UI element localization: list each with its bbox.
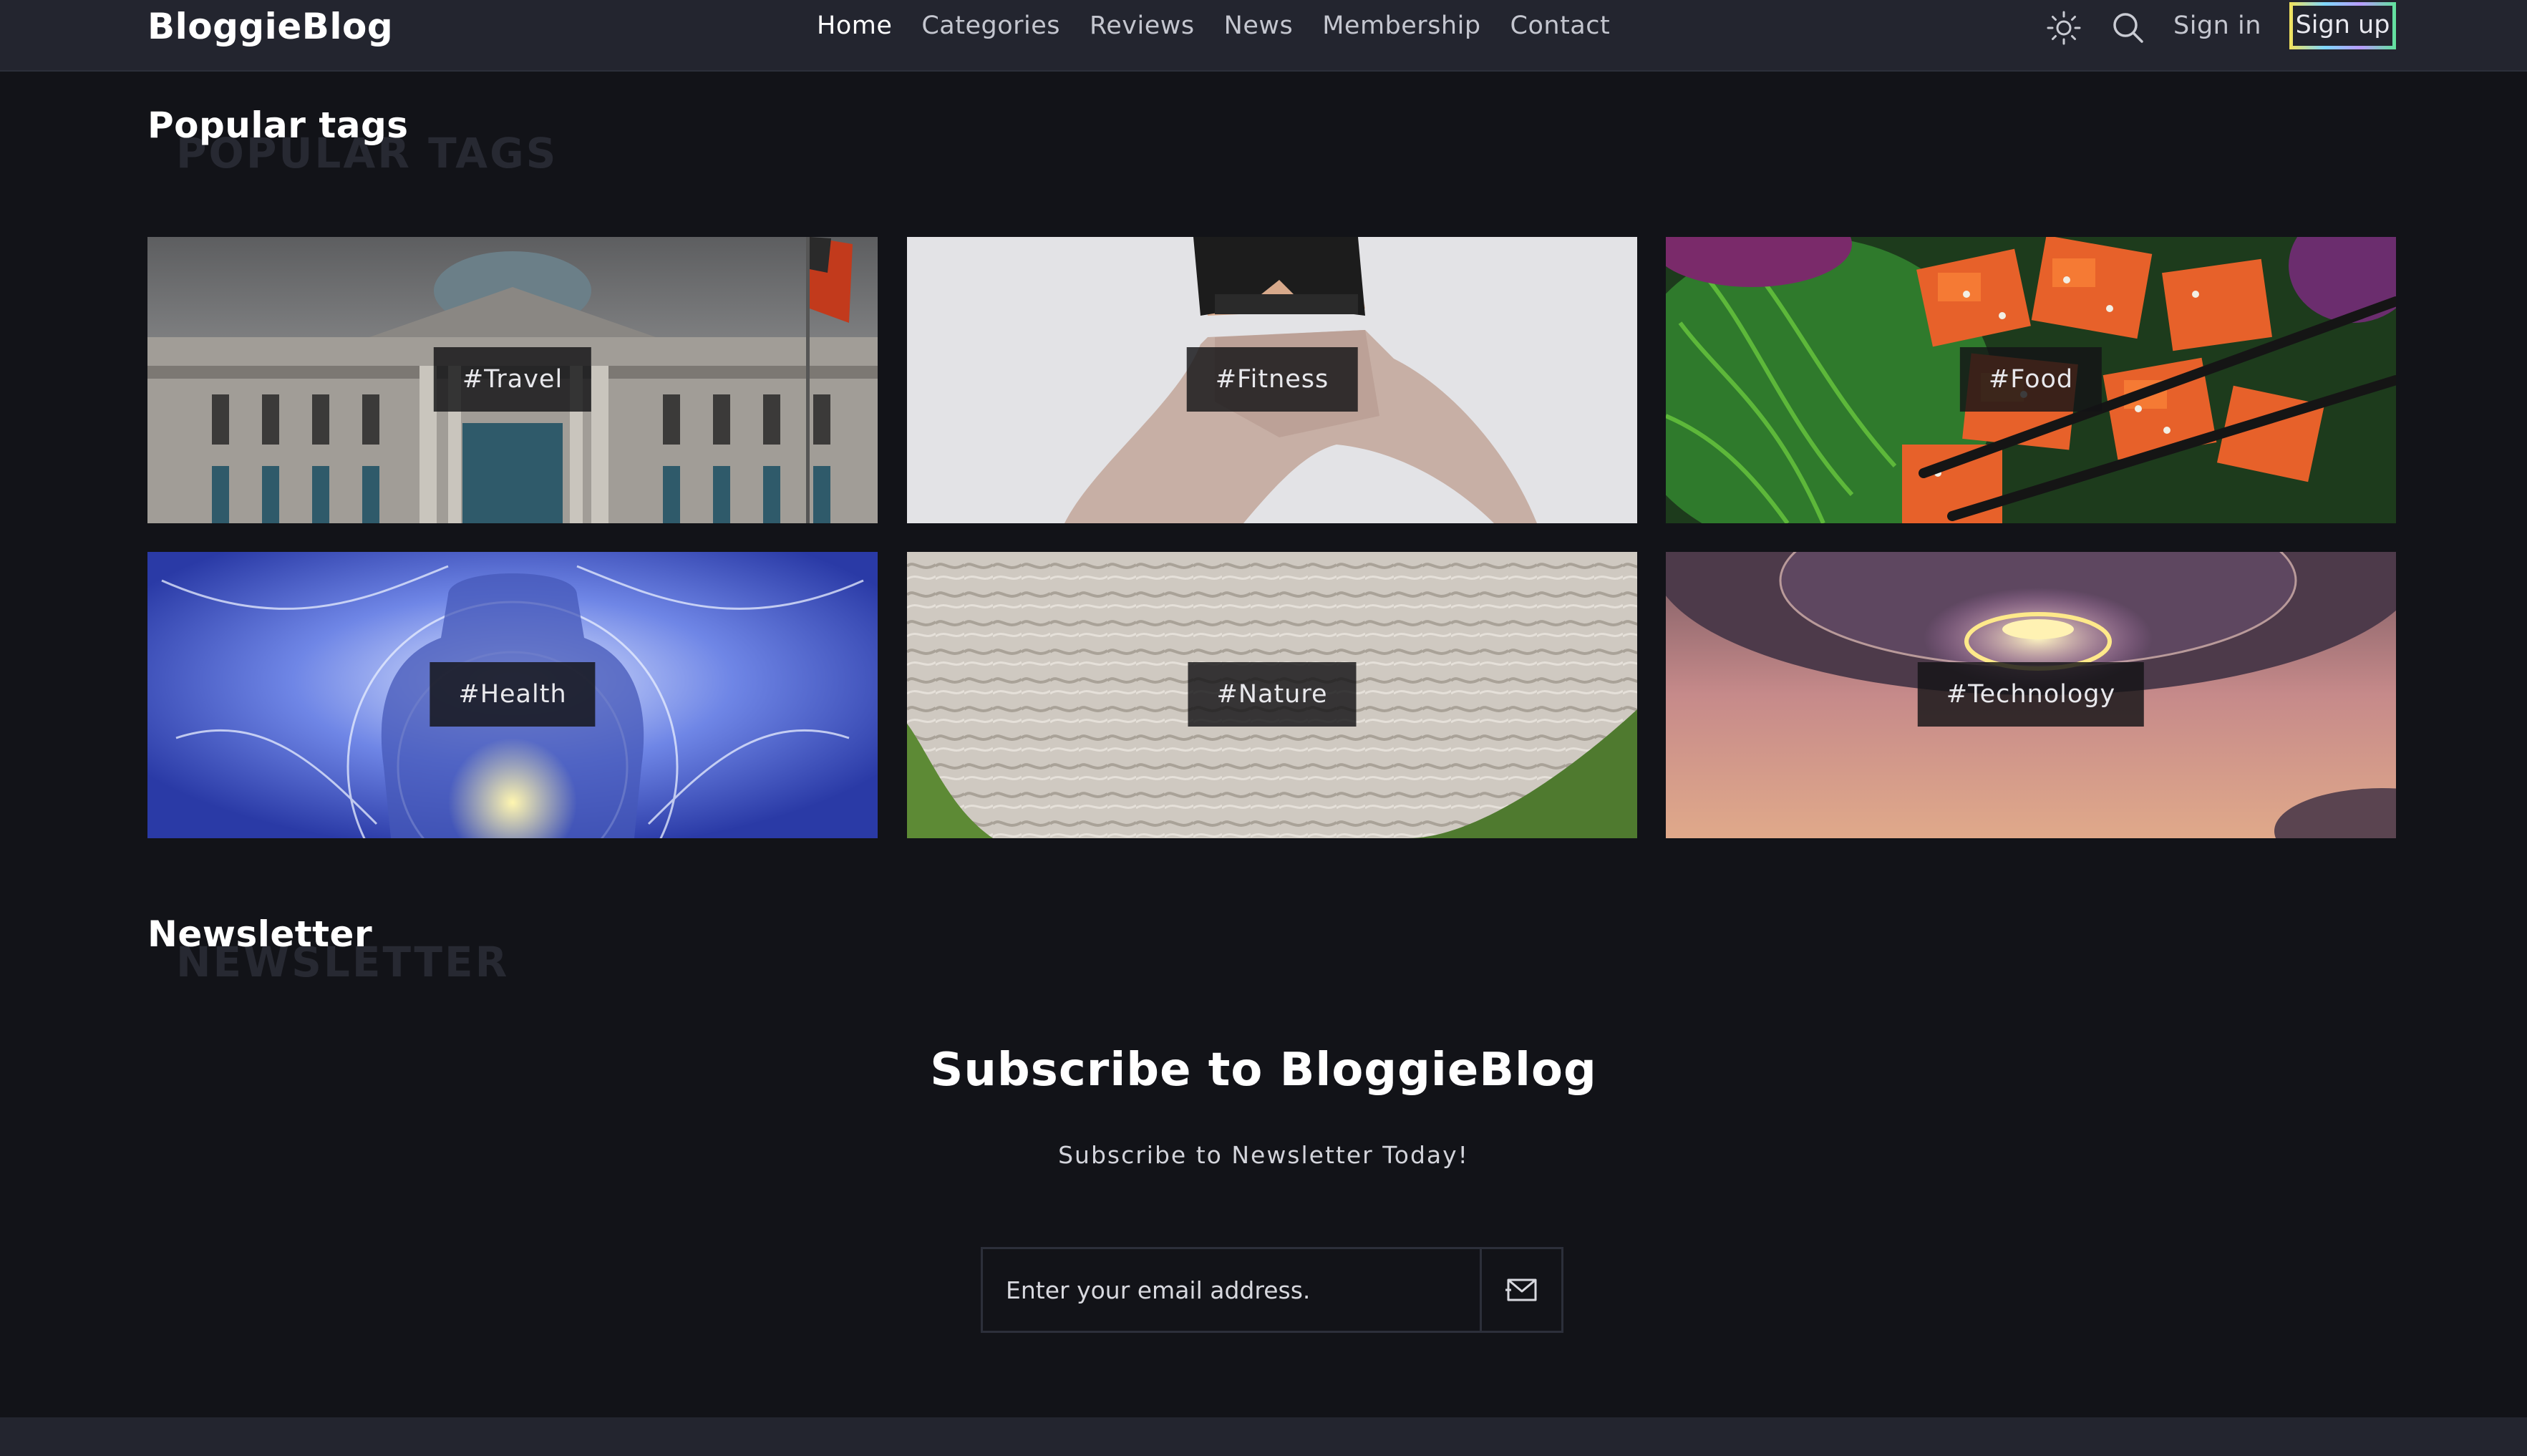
tag-tile-health[interactable]: #Health (147, 552, 878, 838)
tag-tile-fitness[interactable]: #Fitness (907, 237, 1637, 523)
tag-label-technology[interactable]: #Technology (1917, 662, 2145, 727)
newsletter-form (981, 1247, 1563, 1333)
tag-tile-technology[interactable]: #Technology (1666, 552, 2396, 838)
tag-tile-nature[interactable]: #Nature (907, 552, 1637, 838)
email-input[interactable] (983, 1249, 1480, 1331)
tag-label-travel[interactable]: #Travel (433, 347, 592, 412)
tag-label-health[interactable]: #Health (430, 662, 596, 727)
nav-item-contact[interactable]: Contact (1510, 10, 1611, 42)
newsletter-title: Newsletter (147, 913, 373, 955)
site-header: BloggieBlog Home Categories Reviews News… (0, 0, 2527, 72)
popular-tags-title: Popular tags (147, 105, 409, 146)
tag-tile-travel[interactable]: #Travel (147, 237, 878, 523)
mail-send-icon (1505, 1278, 1536, 1301)
footer-bar (0, 1417, 2527, 1456)
tag-label-fitness[interactable]: #Fitness (1186, 347, 1358, 412)
tag-label-nature[interactable]: #Nature (1188, 662, 1357, 727)
subscribe-submit-button[interactable] (1480, 1249, 1561, 1331)
nav-item-reviews[interactable]: Reviews (1090, 10, 1195, 42)
sign-in-link[interactable]: Sign in (2173, 10, 2261, 42)
nav-item-news[interactable]: News (1224, 10, 1294, 42)
search-icon[interactable] (2110, 10, 2145, 44)
nav-item-home[interactable]: Home (817, 10, 892, 42)
tag-tile-food[interactable]: #Food (1666, 237, 2396, 523)
tag-label-food[interactable]: #Food (1959, 347, 2102, 412)
sun-icon[interactable] (2046, 10, 2082, 46)
main-nav: Home Categories Reviews News Membership … (817, 10, 1639, 42)
site-logo[interactable]: BloggieBlog (147, 6, 393, 47)
subscribe-heading: Subscribe to BloggieBlog (930, 1044, 1597, 1097)
sign-up-button[interactable]: Sign up (2289, 2, 2396, 49)
nav-item-categories[interactable]: Categories (921, 10, 1060, 42)
subscribe-subtext: Subscribe to Newsletter Today! (1058, 1141, 1469, 1169)
nav-item-membership[interactable]: Membership (1322, 10, 1480, 42)
